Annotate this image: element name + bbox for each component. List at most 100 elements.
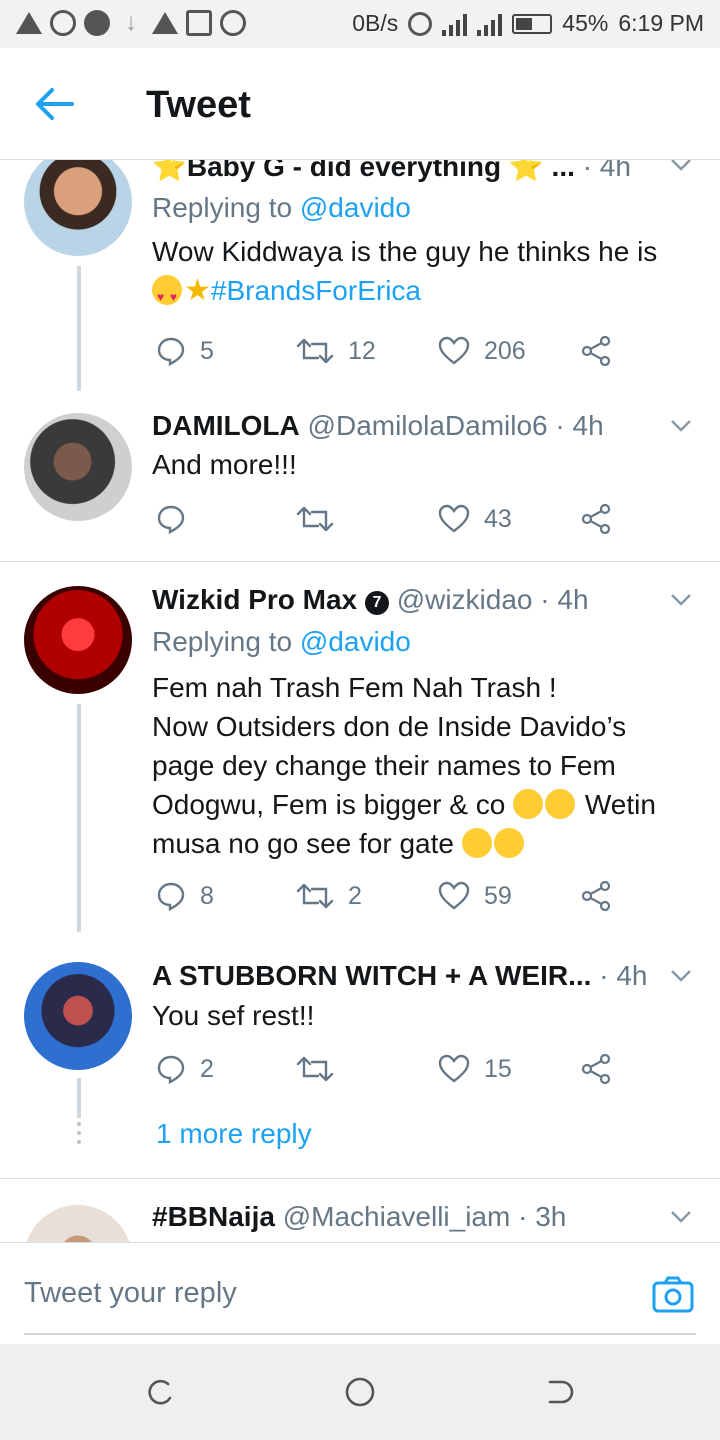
mention-link[interactable]: @davido <box>300 192 411 223</box>
tweet-actions: 8 2 59 <box>156 881 636 917</box>
input-underline <box>24 1333 696 1335</box>
thread-line <box>77 1078 81 1118</box>
avatar[interactable] <box>24 160 132 256</box>
status-bar: ↓ 0B/s 45% 6:19 PM <box>0 0 720 48</box>
laughing-emoji <box>493 828 524 858</box>
tweet[interactable]: #BBNaija @Machiavelli_iam · 3h <box>0 1179 720 1242</box>
share-button[interactable] <box>580 336 612 366</box>
reply-icon <box>157 882 185 911</box>
tweet-text: And more!!! <box>152 449 297 480</box>
recent-apps-icon[interactable] <box>144 1376 176 1408</box>
chevron-down-icon[interactable] <box>670 419 692 433</box>
display-name[interactable]: Wizkid Pro Max <box>152 584 357 615</box>
chevron-down-icon[interactable] <box>670 969 692 983</box>
cloud-icon <box>220 10 246 36</box>
like-count: 59 <box>484 881 512 910</box>
tweet[interactable]: A STUBBORN WITCH + A WEIR... · 4h You se… <box>0 932 720 1172</box>
retweet-count: 12 <box>348 336 376 365</box>
reply-button[interactable]: 8 <box>156 881 214 911</box>
app-bar: Tweet <box>0 48 720 160</box>
display-name[interactable]: DAMILOLA <box>152 410 300 441</box>
gallery-icon <box>186 10 212 36</box>
thread-dots <box>76 1122 82 1149</box>
thread-line <box>77 266 81 391</box>
reply-count: 8 <box>200 881 214 910</box>
share-button[interactable] <box>580 1054 612 1084</box>
home-icon[interactable] <box>344 1376 376 1408</box>
network-speed: 0B/s <box>352 10 399 36</box>
reply-icon <box>157 337 185 366</box>
avatar[interactable] <box>24 1205 132 1242</box>
system-nav-bar <box>0 1344 720 1440</box>
like-button[interactable]: 15 <box>438 1054 512 1084</box>
user-handle[interactable]: @wizkidao <box>397 584 533 615</box>
tweet[interactable]: ⭐Baby G - did everything ⭐ ... · 4h Repl… <box>0 160 720 391</box>
avatar[interactable] <box>24 413 132 521</box>
chevron-down-icon[interactable] <box>670 160 692 172</box>
back-icon[interactable] <box>544 1376 576 1408</box>
whatsapp-icon <box>50 10 76 36</box>
display-name[interactable]: ⭐Baby G - did everything ⭐ ... <box>152 160 575 182</box>
hashtag-link[interactable]: #BrandsForErica <box>211 275 421 306</box>
like-button[interactable]: 43 <box>438 504 512 534</box>
heart-eyes-emoji <box>152 275 182 317</box>
like-button[interactable]: 206 <box>438 336 526 366</box>
retweet-icon <box>296 883 334 909</box>
signal-icon-2 <box>477 12 503 36</box>
retweet-icon <box>296 506 334 532</box>
reply-count: 2 <box>200 1054 214 1083</box>
reply-count: 5 <box>200 336 214 365</box>
more-replies-link[interactable]: 1 more reply <box>156 1118 312 1150</box>
system-status: 0B/s 45% 6:19 PM <box>352 10 704 37</box>
warning-icon <box>16 12 42 34</box>
retweet-button[interactable]: 12 <box>296 336 376 366</box>
signal-icon <box>442 12 468 36</box>
timestamp: · 4h <box>555 410 604 441</box>
tweet-text: Fem nah Trash Fem Nah Trash ! Now Outsid… <box>152 672 656 859</box>
tweet-text: Wow Kiddwaya is the guy he thinks he is … <box>152 232 692 317</box>
heart-icon <box>438 504 470 533</box>
battery-level: 45% <box>562 10 609 36</box>
dot-icon <box>84 10 110 36</box>
replying-to: Replying to @davido <box>152 626 411 657</box>
chevron-down-icon[interactable] <box>670 1210 692 1224</box>
back-arrow-icon[interactable] <box>34 86 74 122</box>
clock: 6:19 PM <box>618 10 704 36</box>
notification-icons: ↓ <box>16 10 246 36</box>
user-handle[interactable]: @DamilolaDamilo6 <box>308 410 548 441</box>
heart-icon <box>438 881 470 910</box>
timestamp: · 4h <box>540 584 589 615</box>
tweet-actions: 2 15 <box>156 1054 636 1090</box>
retweet-button[interactable] <box>296 1054 348 1084</box>
alert-icon <box>152 12 178 34</box>
display-name[interactable]: #BBNaija <box>152 1201 275 1232</box>
reply-feed[interactable]: ⭐Baby G - did everything ⭐ ... · 4h Repl… <box>0 160 720 1242</box>
tweet[interactable]: DAMILOLA @DamilolaDamilo6 · 4h And more!… <box>0 385 720 560</box>
camera-icon[interactable] <box>652 1275 694 1313</box>
reply-button[interactable] <box>156 504 200 534</box>
avatar[interactable] <box>24 586 132 694</box>
tweet-actions: 43 <box>156 504 636 540</box>
avatar[interactable] <box>24 962 132 1070</box>
share-icon <box>581 1054 611 1084</box>
share-button[interactable] <box>580 504 612 534</box>
share-button[interactable] <box>580 881 612 911</box>
reply-icon <box>157 505 185 534</box>
user-handle[interactable]: @Machiavelli_iam <box>283 1201 511 1232</box>
share-icon <box>581 504 611 534</box>
mention-link[interactable]: @davido <box>300 626 411 657</box>
reply-icon <box>157 1055 185 1084</box>
reply-button[interactable]: 2 <box>156 1054 214 1084</box>
display-name[interactable]: A STUBBORN WITCH + A WEIR... <box>152 960 591 991</box>
share-icon <box>581 881 611 911</box>
like-count: 15 <box>484 1054 512 1083</box>
retweet-button[interactable] <box>296 504 348 534</box>
retweet-button[interactable]: 2 <box>296 881 362 911</box>
like-button[interactable]: 59 <box>438 881 512 911</box>
tweet[interactable]: Wizkid Pro Max 7 @wizkidao · 4h Replying… <box>0 562 720 932</box>
page-title: Tweet <box>146 84 251 126</box>
reply-input[interactable]: Tweet your reply <box>24 1277 237 1310</box>
reply-button[interactable]: 5 <box>156 336 214 366</box>
timestamp: · 4h <box>599 960 648 991</box>
chevron-down-icon[interactable] <box>670 593 692 607</box>
